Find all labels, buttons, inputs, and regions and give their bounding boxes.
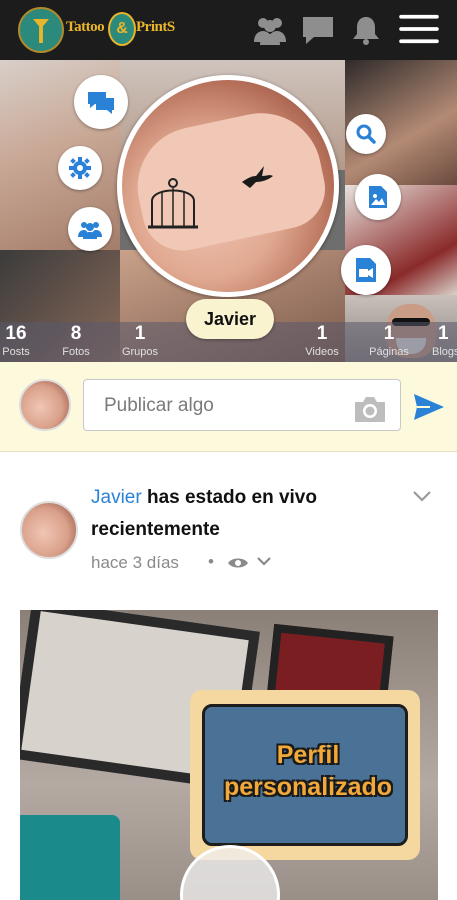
post-video-thumbnail[interactable]: Perfil personalizado: [20, 610, 438, 900]
stat-paginas-label: Páginas: [369, 346, 409, 358]
stat-videos-count: 1: [316, 323, 328, 344]
videos-button[interactable]: [341, 245, 391, 295]
post-action-text-cont: recientemente: [91, 519, 220, 540]
logo-ampersand: &: [108, 12, 136, 46]
post-author-avatar[interactable]: [20, 501, 78, 559]
visibility-eye-icon[interactable]: [227, 556, 249, 570]
logo-text-tattoo: Tattoo: [66, 19, 105, 35]
stat-posts-count: 16: [5, 323, 27, 344]
group-icon: [78, 222, 102, 239]
app-root: Tattoo & PrintS 16 Posts 8 Fotos 1 Grupo…: [0, 0, 457, 900]
post-author-link[interactable]: Javier: [91, 487, 142, 508]
search-icon: [356, 124, 376, 144]
camera-icon[interactable]: [352, 394, 388, 424]
stat-fotos-count: 8: [70, 323, 82, 344]
publish-placeholder: Publicar algo: [104, 395, 214, 416]
stat-fotos[interactable]: 8 Fotos: [58, 322, 94, 358]
promo-banner: Perfil personalizado: [190, 690, 420, 860]
search-button[interactable]: [346, 114, 386, 154]
menu-icon[interactable]: [398, 13, 440, 45]
messages-icon: [88, 92, 114, 114]
groups-button[interactable]: [68, 207, 112, 251]
stat-blogs-count: 1: [438, 323, 449, 344]
promo-banner-inner: Perfil personalizado: [202, 704, 408, 846]
stat-videos-label: Videos: [305, 346, 339, 358]
stat-videos[interactable]: 1 Videos: [302, 322, 342, 358]
feed-separator: [0, 452, 457, 480]
user-avatar[interactable]: [19, 379, 71, 431]
promo-banner-line1: Perfil: [276, 741, 340, 769]
promo-banner-line2: personalizado: [223, 773, 393, 801]
post-timestamp[interactable]: hace 3 días: [91, 553, 179, 573]
stat-blogs-label: Blogs: [432, 346, 457, 358]
birdcage-tattoo-icon: [148, 178, 198, 229]
gear-icon: [69, 157, 91, 179]
photo-icon: [369, 186, 387, 208]
video-icon: [356, 258, 376, 282]
site-logo[interactable]: Tattoo & PrintS: [18, 7, 175, 53]
stat-grupos-count: 1: [134, 323, 146, 344]
bell-icon[interactable]: [350, 14, 382, 46]
photos-button[interactable]: [355, 174, 401, 220]
chat-icon[interactable]: [300, 14, 336, 46]
send-icon[interactable]: [413, 392, 445, 422]
profile-name-badge[interactable]: Javier: [186, 299, 274, 339]
teal-object: [20, 815, 120, 900]
post-options-chevron-icon[interactable]: [412, 489, 432, 503]
stat-paginas-count: 1: [383, 323, 395, 344]
stat-grupos[interactable]: 1 Grupos: [118, 322, 162, 358]
top-bar: Tattoo & PrintS: [0, 0, 457, 60]
stat-fotos-label: Fotos: [62, 346, 90, 358]
promo-banner-title: Perfil personalizado: [205, 739, 411, 803]
messages-button[interactable]: [74, 75, 128, 129]
bird-tattoo-icon: [242, 166, 273, 188]
visibility-chevron-down-icon[interactable]: [256, 555, 272, 567]
stat-grupos-label: Grupos: [121, 346, 159, 358]
publish-box: Publicar algo: [0, 362, 457, 452]
meta-separator: •: [208, 552, 214, 571]
stat-posts-label: Posts: [2, 346, 30, 358]
stat-paginas[interactable]: 1 Páginas: [364, 322, 414, 358]
settings-button[interactable]: [58, 146, 102, 190]
logo-mark: [18, 7, 64, 53]
friends-icon[interactable]: [252, 14, 288, 46]
stat-blogs[interactable]: 1 Blogs: [428, 322, 457, 358]
post-header: Javier has estado en vivo: [91, 487, 317, 509]
post-action-text: has estado en vivo: [146, 487, 317, 508]
profile-picture[interactable]: [117, 75, 339, 297]
logo-text-prints: PrintS: [136, 19, 175, 35]
stat-posts[interactable]: 16 Posts: [0, 322, 32, 358]
